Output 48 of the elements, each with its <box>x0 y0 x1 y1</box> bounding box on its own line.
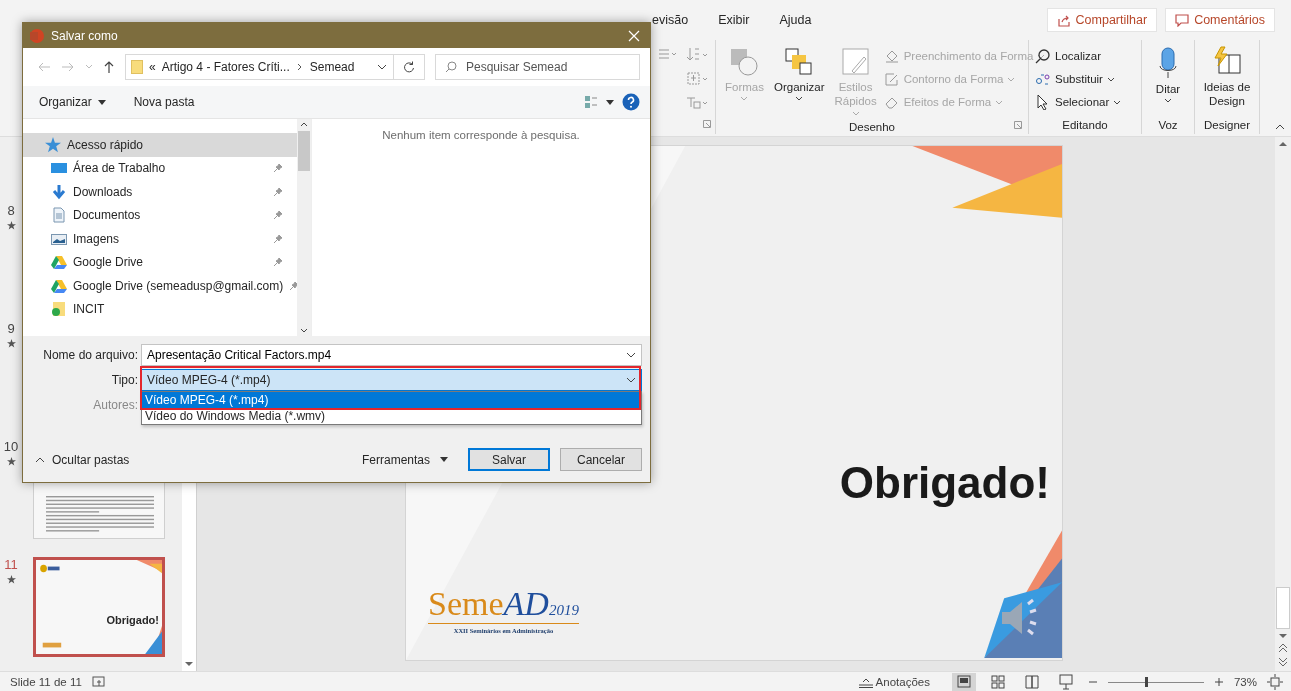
menu-tab[interactable]: Ajuda <box>779 13 812 27</box>
group-label: Desenho <box>848 120 895 133</box>
navigation-item[interactable]: Imagens <box>23 227 297 251</box>
menu-tab[interactable]: Exibir <box>718 13 750 27</box>
field-label: Tipo: <box>110 372 139 389</box>
organize-button[interactable]: Organizar <box>39 95 106 109</box>
slide-number: 10 <box>3 439 19 454</box>
navigation-item[interactable]: Google Drive (semeadusp@gmail.com) <box>23 274 297 298</box>
dropdown-option[interactable]: Vídeo do Windows Media (*.wmv) <box>142 408 641 424</box>
address-bar[interactable]: « Artigo 4 - Fatores Críti... Semead <box>125 54 425 80</box>
navigation-item[interactable]: Google Drive <box>23 250 297 274</box>
slide-thumbnail[interactable]: Obrigado! <box>33 557 165 657</box>
group-label: Voz <box>1158 119 1178 131</box>
slide-number: 9 <box>7 321 15 336</box>
ribbon-button[interactable]: Organizar <box>771 42 828 106</box>
navigation-item[interactable]: Área de Trabalho <box>23 156 297 180</box>
slide-number: 11 <box>4 557 18 572</box>
group-label: Designer <box>1204 119 1250 131</box>
notes-button[interactable]: Anotações <box>858 675 930 688</box>
navigation-item[interactable]: Downloads <box>23 180 297 204</box>
ribbon-button[interactable]: Ditar <box>1152 42 1184 108</box>
slide-title: Obrigado! <box>839 458 1050 508</box>
comments-button[interactable]: Comentários <box>1165 8 1275 32</box>
cancel-button[interactable]: Cancelar <box>560 448 642 471</box>
save-button[interactable]: Salvar <box>468 448 550 471</box>
new-folder-button[interactable]: Nova pasta <box>133 95 195 109</box>
empty-message: Nenhum item corresponde à pesquisa. <box>382 129 580 143</box>
field-label: Autores: <box>92 397 139 414</box>
zoom-level[interactable]: 73% <box>1233 675 1257 688</box>
slide-number: 8 <box>7 203 15 218</box>
field-label: Nome do arquivo: <box>42 347 139 364</box>
share-button[interactable]: Compartilhar <box>1046 8 1158 32</box>
navigation-item[interactable]: Documentos <box>23 203 297 227</box>
dropdown-option[interactable]: Vídeo MPEG-4 (*.mp4) <box>142 392 641 408</box>
search-field[interactable]: Pesquisar Semead <box>435 54 640 80</box>
file-type-dropdown[interactable]: Vídeo MPEG-4 (*.mp4) <box>141 369 642 391</box>
navigation-item[interactable]: INCIT <box>23 297 297 321</box>
ribbon-button[interactable]: Selecionar <box>1035 92 1122 112</box>
thumbnail-title: Obrigado! <box>106 614 159 626</box>
tools-button[interactable]: Ferramentas <box>361 452 448 467</box>
menu-tab[interactable]: evisão <box>652 13 689 27</box>
ribbon-button[interactable]: Ideias de Design <box>1200 42 1254 113</box>
group-label: Editando <box>1062 119 1108 131</box>
navigation-item[interactable]: Acesso rápido <box>23 133 297 157</box>
file-name-field[interactable]: Apresentação Critical Factors.mp4 <box>141 344 642 366</box>
hide-folders-button[interactable]: Ocultar pastas <box>35 452 130 467</box>
dialog-title: Salvar como <box>51 28 118 43</box>
slide-counter: Slide 11 de 11 <box>10 675 82 688</box>
